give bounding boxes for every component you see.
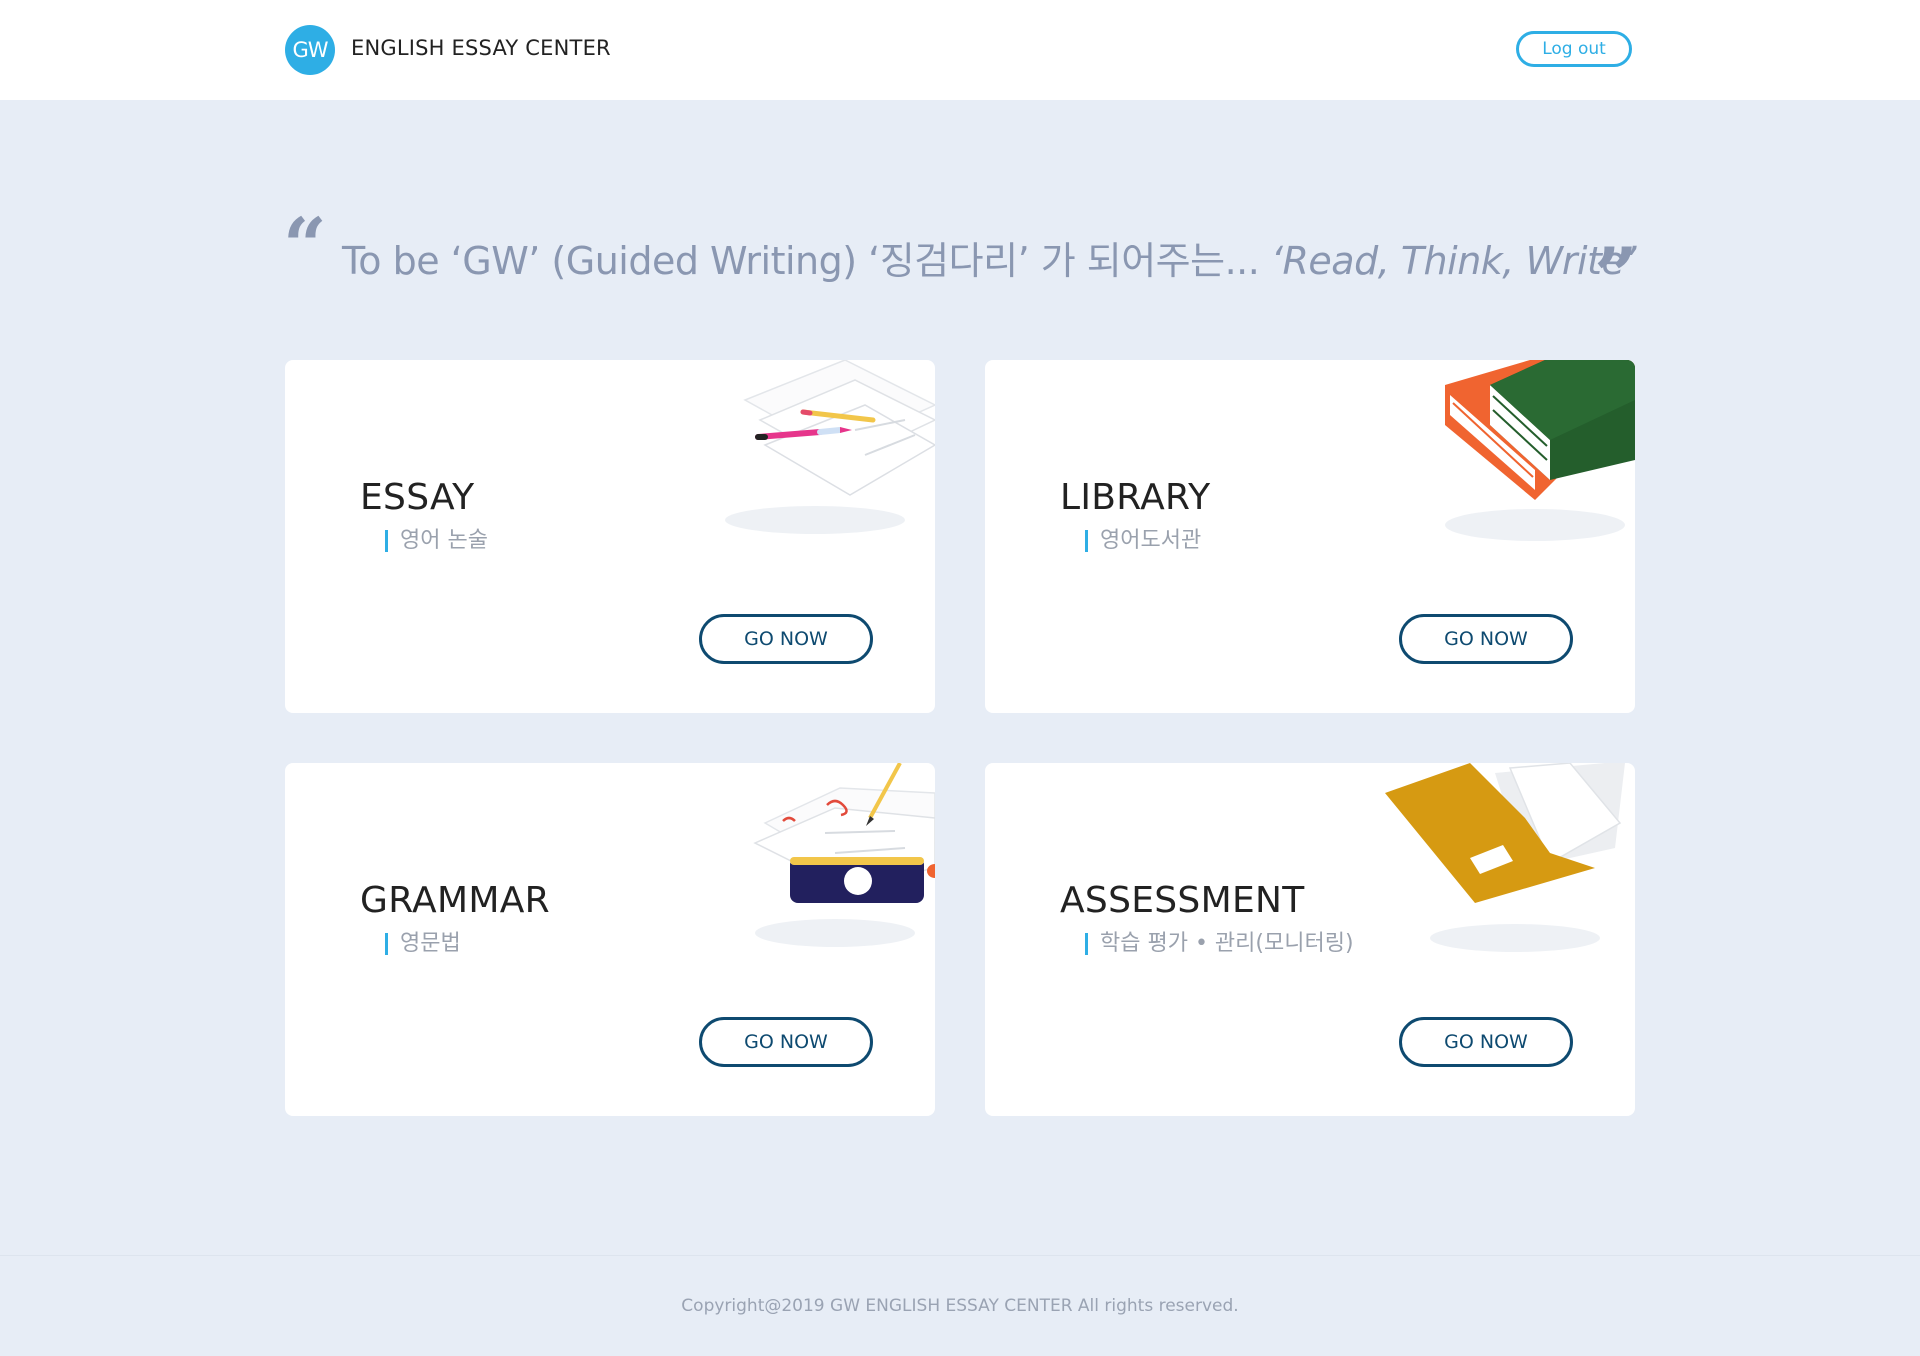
footer-divider	[0, 1255, 1920, 1256]
paper-pencil-icon	[665, 360, 935, 564]
tagline-emphasis: ‘Read, Think, Write’	[1270, 239, 1636, 283]
tagline: To be ‘GW’ (Guided Writing) ‘징검다리’ 가 되어주…	[342, 230, 1636, 285]
go-now-button-essay[interactable]: GO NOW	[699, 614, 873, 664]
card-title: ASSESSMENT	[1060, 880, 1305, 921]
tagline-text: To be ‘GW’ (Guided Writing) ‘징검다리’ 가 되어주…	[342, 239, 1271, 283]
card-subtitle: 영어도서관	[1085, 530, 1201, 552]
brand-title[interactable]: ENGLISH ESSAY CENTER	[351, 36, 611, 60]
card-grammar: GRAMMAR 영문법 GO NOW	[285, 763, 935, 1116]
go-now-button-assessment[interactable]: GO NOW	[1399, 1017, 1573, 1067]
card-essay: ESSAY 영어 논술 GO NOW	[285, 360, 935, 713]
close-quote-icon: ”	[1594, 231, 1638, 320]
card-assessment: ASSESSMENT 학습 평가 • 관리(모니터링) GO NOW	[985, 763, 1635, 1116]
card-title: ESSAY	[360, 477, 475, 518]
card-library: LIBRARY 영어도서관 GO NOW	[985, 360, 1635, 713]
logout-button[interactable]: Log out	[1516, 31, 1632, 67]
books-icon	[1395, 360, 1635, 564]
go-now-button-library[interactable]: GO NOW	[1399, 614, 1573, 664]
card-subtitle: 학습 평가 • 관리(모니터링)	[1085, 933, 1354, 955]
go-now-button-grammar[interactable]: GO NOW	[699, 1017, 873, 1067]
gw-logo-icon[interactable]: GW	[285, 25, 335, 75]
top-header: GW ENGLISH ESSAY CENTER Log out	[0, 0, 1920, 100]
card-title: GRAMMAR	[360, 880, 550, 921]
copyright-text: Copyright@2019 GW ENGLISH ESSAY CENTER A…	[681, 1296, 1239, 1316]
card-subtitle: 영어 논술	[385, 530, 488, 552]
card-subtitle: 영문법	[385, 933, 461, 955]
pencil-case-icon	[675, 763, 935, 967]
folder-icon	[1385, 763, 1635, 967]
card-title: LIBRARY	[1060, 477, 1211, 518]
open-quote-icon: “	[283, 201, 327, 290]
